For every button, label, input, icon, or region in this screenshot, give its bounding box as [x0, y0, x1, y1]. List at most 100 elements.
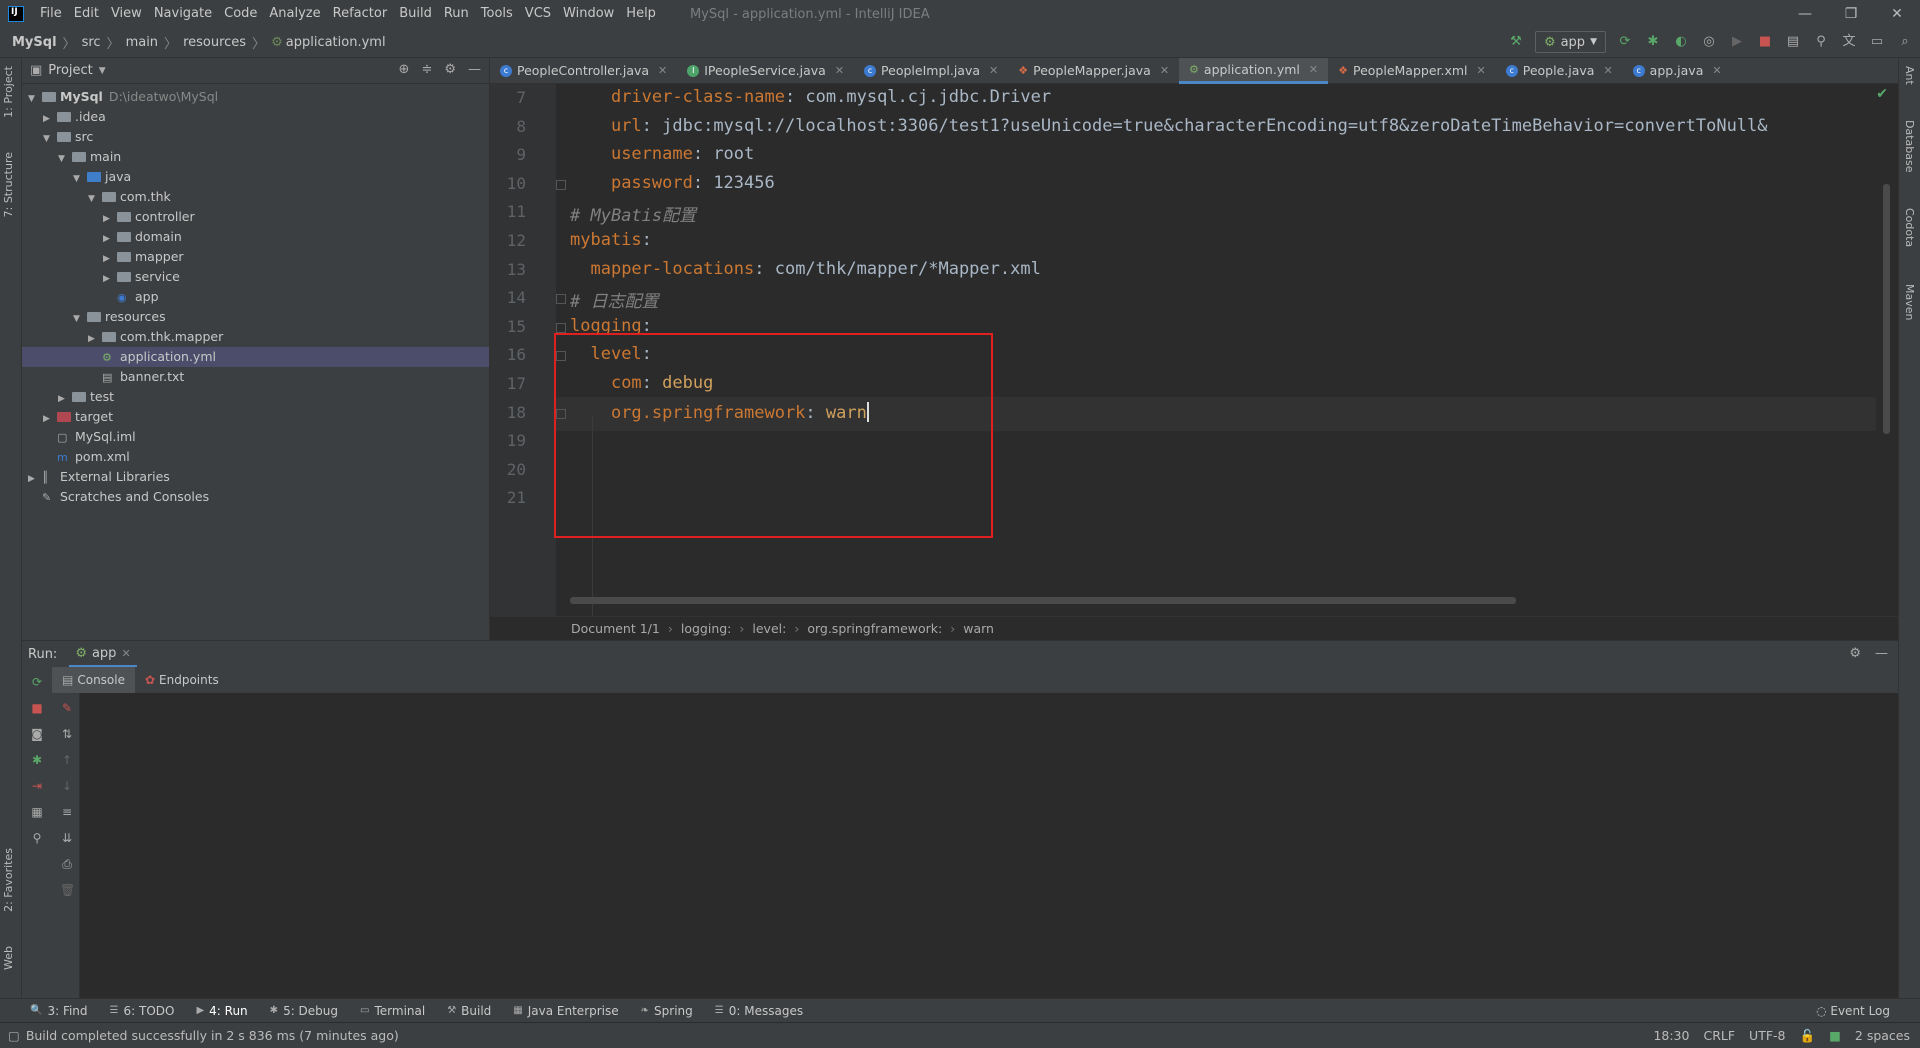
close-window-icon[interactable]: ✕ — [1874, 0, 1920, 28]
menu-edit[interactable]: Edit — [68, 0, 105, 28]
collapsed-arrow-icon[interactable]: ▶ — [103, 229, 117, 249]
tree-item[interactable]: ▼ src — [22, 127, 489, 147]
breadcrumb-item[interactable]: warn — [963, 621, 994, 636]
menu-code[interactable]: Code — [218, 0, 263, 28]
menu-file[interactable]: File — [34, 0, 68, 28]
debug-icon[interactable]: ✱ — [1644, 33, 1662, 51]
tree-item[interactable]: ▢ MySql.iml — [22, 427, 489, 447]
collapsed-arrow-icon[interactable]: ▶ — [88, 329, 102, 349]
collapsed-arrow-icon[interactable]: ▶ — [43, 109, 57, 129]
editor-tab[interactable]: c PeopleImpl.java ✕ — [854, 58, 1008, 84]
expanded-arrow-icon[interactable]: ▼ — [43, 129, 57, 149]
file-encoding[interactable]: UTF-8 — [1749, 1028, 1785, 1043]
debug-icon[interactable]: ✱ — [30, 753, 44, 767]
collapsed-arrow-icon[interactable]: ▶ — [58, 389, 72, 409]
collapsed-arrow-icon[interactable]: ▶ — [103, 269, 117, 289]
expanded-arrow-icon[interactable]: ▼ — [88, 189, 102, 209]
profile-icon[interactable]: ◎ — [1700, 33, 1718, 51]
tree-item[interactable]: ◉ app — [22, 287, 489, 307]
editor-tab[interactable]: ❖ PeopleMapper.java ✕ — [1008, 58, 1179, 84]
tool-tab-database[interactable]: Database — [1903, 120, 1916, 173]
close-icon[interactable]: ✕ — [1712, 64, 1721, 77]
menu-vcs[interactable]: VCS — [519, 0, 557, 28]
tree-item[interactable]: ▶ mapper — [22, 247, 489, 267]
expanded-arrow-icon[interactable]: ▼ — [73, 309, 87, 329]
vertical-scrollbar[interactable] — [1883, 184, 1890, 434]
sort-icon[interactable]: ⇅ — [60, 727, 74, 741]
inspection-ok-icon[interactable]: ✔ — [1876, 86, 1888, 102]
status-icon[interactable]: ▢ — [8, 1028, 20, 1043]
collapsed-arrow-icon[interactable]: ▶ — [103, 249, 117, 269]
down-arrow-icon[interactable]: ↓ — [60, 779, 74, 793]
up-arrow-icon[interactable]: ↑ — [60, 753, 74, 767]
bottom-tab[interactable]: 🔍 3: Find — [30, 1004, 88, 1018]
bottom-tab[interactable]: ▦ Java Enterprise — [513, 1004, 618, 1018]
menu-window[interactable]: Window — [557, 0, 620, 28]
tree-item[interactable]: ▶ ║ External Libraries — [22, 467, 489, 487]
tree-item[interactable]: ▼ java — [22, 167, 489, 187]
tree-item[interactable]: ▼ main — [22, 147, 489, 167]
breadcrumb-item[interactable]: level: — [752, 621, 786, 636]
breadcrumb-resources[interactable]: resources — [183, 35, 246, 50]
fold-marker-icon[interactable] — [556, 179, 566, 190]
run-tab-app[interactable]: ⚙ app ✕ — [69, 641, 137, 667]
tool-tab-favorites[interactable]: 2: Favorites — [2, 848, 15, 912]
menu-refactor[interactable]: Refactor — [327, 0, 394, 28]
gear-icon[interactable]: ⚙ — [1849, 646, 1861, 661]
project-panel-title[interactable]: Project — [48, 63, 92, 78]
codota-icon[interactable]: ■ — [1829, 1028, 1841, 1043]
breadcrumb-project[interactable]: MySql — [12, 35, 57, 50]
build-hammer-icon[interactable]: ⚒ — [1507, 33, 1525, 51]
expanded-arrow-icon[interactable]: ▼ — [28, 89, 42, 109]
rerun-icon[interactable]: ⟳ — [30, 675, 44, 689]
bottom-tab[interactable]: ❧ Spring — [641, 1004, 693, 1018]
locate-icon[interactable]: ⊕ — [399, 62, 410, 77]
minimize-icon[interactable]: — — [1782, 0, 1828, 28]
expanded-arrow-icon[interactable]: ▼ — [73, 169, 87, 189]
close-icon[interactable]: ✕ — [121, 647, 130, 660]
tree-item[interactable]: ▶ target — [22, 407, 489, 427]
menu-tools[interactable]: Tools — [475, 0, 519, 28]
stop-icon[interactable]: ■ — [1756, 33, 1774, 51]
run-disabled-icon[interactable]: ▶ — [1728, 33, 1746, 51]
tab-console[interactable]: ▤ Console — [52, 667, 135, 693]
run-config-select[interactable]: ⚙ app ▼ — [1534, 31, 1606, 53]
collapsed-arrow-icon[interactable]: ▶ — [28, 469, 42, 489]
collapsed-arrow-icon[interactable]: ▶ — [103, 209, 117, 229]
tree-item[interactable]: ▼ resources — [22, 307, 489, 327]
close-icon[interactable]: ✕ — [989, 64, 998, 77]
project-structure-icon[interactable]: ▤ — [1784, 33, 1802, 51]
tree-item[interactable]: ▶ service — [22, 267, 489, 287]
breadcrumb-main[interactable]: main — [126, 35, 158, 50]
event-log-button[interactable]: ◌ Event Log — [1816, 1004, 1890, 1018]
bottom-tab[interactable]: ▶ 4: Run — [196, 1004, 247, 1018]
bottom-tab[interactable]: ▭ Terminal — [360, 1004, 425, 1018]
editor-tab[interactable]: c PeopleController.java ✕ — [490, 58, 677, 84]
bottom-tab[interactable]: ⚒ Build — [447, 1004, 491, 1018]
menu-run[interactable]: Run — [438, 0, 475, 28]
collapsed-arrow-icon[interactable]: ▶ — [43, 409, 57, 429]
tree-item[interactable]: ⚙ application.yml — [22, 347, 489, 367]
tool-tab-project[interactable]: 1: Project — [2, 66, 15, 118]
horizontal-scrollbar[interactable] — [570, 597, 1516, 604]
gear-icon[interactable]: ⚙ — [444, 62, 456, 77]
tool-tab-ant[interactable]: Ant — [1903, 66, 1916, 85]
lock-icon[interactable]: 🔓 — [1800, 1028, 1816, 1044]
stop-icon[interactable]: ■ — [30, 701, 44, 715]
tree-item[interactable]: m pom.xml — [22, 447, 489, 467]
tool-tab-structure[interactable]: 7: Structure — [2, 152, 15, 217]
menu-help[interactable]: Help — [620, 0, 662, 28]
bottom-tab[interactable]: ☰ 0: Messages — [715, 1004, 803, 1018]
scroll-end-icon[interactable]: ⇊ — [60, 831, 74, 845]
indent-setting[interactable]: 2 spaces — [1855, 1028, 1910, 1043]
soft-wrap-icon[interactable]: ≡ — [60, 805, 74, 819]
editor-tab[interactable]: ⚙ application.yml ✕ — [1179, 57, 1329, 84]
tree-item[interactable]: ▶ domain — [22, 227, 489, 247]
tree-item[interactable]: ▶ controller — [22, 207, 489, 227]
tree-item[interactable]: ▶ .idea — [22, 107, 489, 127]
tree-item[interactable]: ▼ com.thk — [22, 187, 489, 207]
expanded-arrow-icon[interactable]: ▼ — [58, 149, 72, 169]
menu-analyze[interactable]: Analyze — [263, 0, 326, 28]
rerun-icon[interactable]: ⟳ — [1616, 33, 1634, 51]
bottom-tab[interactable]: ☰ 6: TODO — [110, 1004, 175, 1018]
